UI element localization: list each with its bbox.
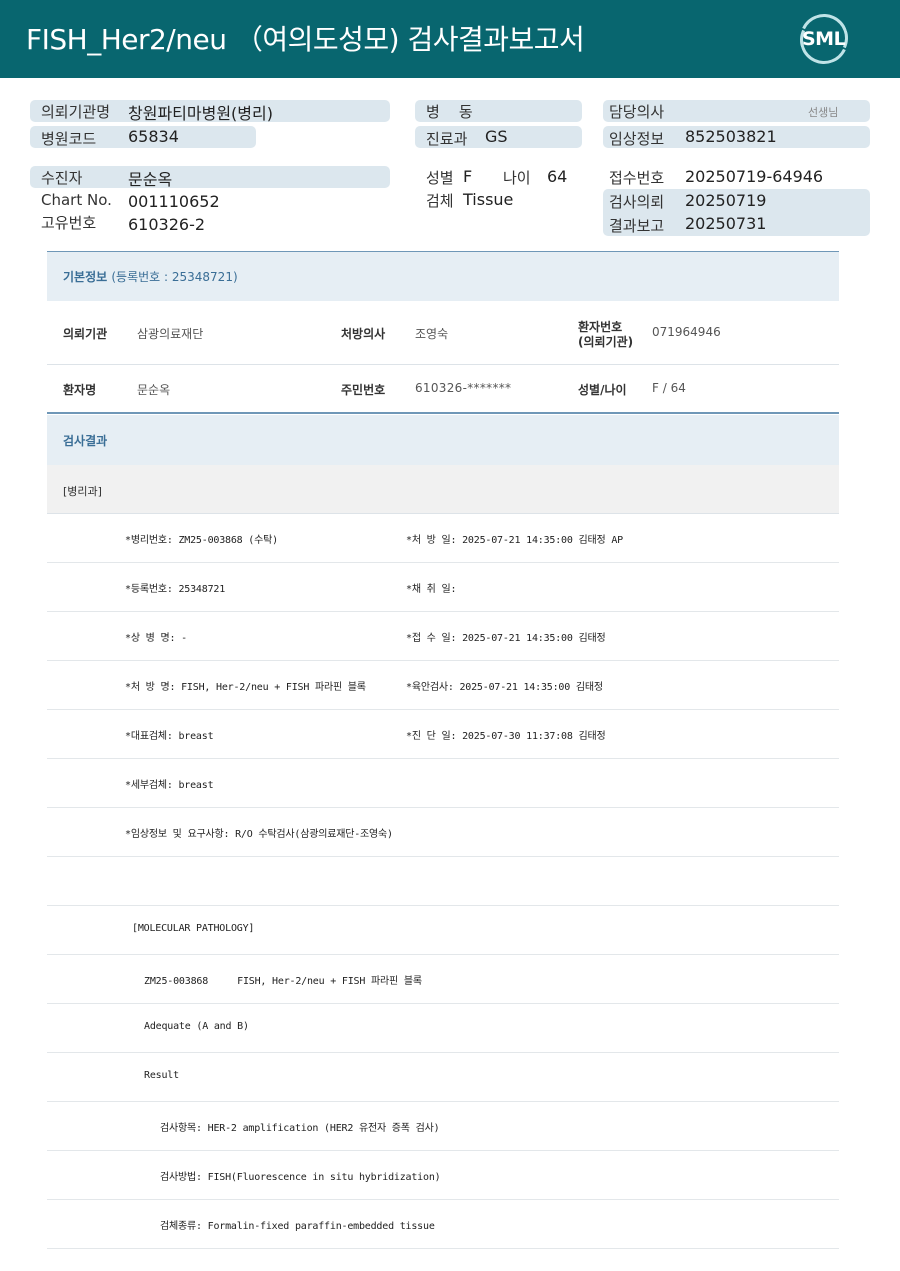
result-body-row: Adequate (A and B) (47, 1004, 839, 1053)
result-body-row (47, 857, 839, 906)
result-field-row: *등록번호: 25348721 *채 취 일: (47, 563, 839, 612)
result-field-row: *상 병 명: - *접 수 일: 2025-07-21 14:35:00 김태정 (47, 612, 839, 661)
result-field-right: *채 취 일: (406, 584, 457, 595)
info-label: 처방의사 (341, 327, 386, 341)
logo-text: SML (802, 28, 846, 50)
result-body-row: 검사항목: HER-2 amplification (HER2 유전자 증폭 검… (47, 1102, 839, 1151)
info-value: 610326-******* (415, 381, 512, 395)
basic-info-title: 기본정보 (63, 270, 108, 284)
result-body-text: Adequate (A and B) (144, 1021, 249, 1032)
result-body-text: ZM25-003868 FISH, Her-2/neu + FISH 파라핀 블… (144, 976, 422, 987)
doctor-suffix: 선생님 (808, 106, 839, 119)
specimen-value: Tissue (463, 190, 514, 209)
result-field-left: *대표검체: breast (125, 731, 214, 742)
age-value: 64 (547, 167, 568, 186)
result-field-left: *등록번호: 25348721 (125, 584, 226, 595)
patient-pill (30, 166, 390, 188)
test-request-label: 검사의뢰 (609, 193, 665, 211)
clinical-value: 852503821 (685, 127, 777, 146)
specimen-label: 검체 (426, 192, 454, 210)
sex-label: 성별 (426, 169, 454, 187)
result-field-row: *처 방 명: FISH, Her-2/neu + FISH 파라핀 블록 *육안… (47, 661, 839, 710)
sex-value: F (463, 167, 473, 186)
basic-info-reg-no: (등록번호 : 25348721) (111, 270, 238, 284)
patient-name-label: 수진자 (41, 169, 83, 187)
info-label-line2: (의뢰기관) (578, 335, 634, 349)
institution-label: 의뢰기관명 (41, 103, 111, 121)
info-label: 환자명 (63, 383, 97, 397)
result-body-text: 검체종류: Formalin-fixed paraffin-embedded t… (160, 1221, 435, 1232)
results-heading-bar: 검사결과 (47, 415, 839, 465)
ward-label: 병 동 (426, 103, 473, 121)
basic-info-row: 의뢰기관 삼광의료재단 처방의사 조영숙 환자번호 (의뢰기관) 0719649… (47, 301, 839, 365)
result-field-right: *처 방 일: 2025-07-21 14:35:00 김태정 AP (406, 535, 623, 546)
report-title: FISH_Her2/neu （여의도성모) 검사결과보고서 (26, 23, 585, 56)
result-body-row: 검체종류: Formalin-fixed paraffin-embedded t… (47, 1200, 839, 1249)
report-header-bar: FISH_Her2/neu （여의도성모) 검사결과보고서 SML (0, 0, 900, 78)
age-label: 나이 (503, 169, 531, 187)
result-field-right: *육안검사: 2025-07-21 14:35:00 김태정 (406, 682, 603, 693)
result-body-row: 검사방법: FISH(Fluorescence in situ hybridiz… (47, 1151, 839, 1200)
receipt-no-value: 20250719-64946 (685, 167, 824, 186)
basic-info-row: 환자명 문순옥 주민번호 610326-******* 성별/나이 F / 64 (47, 365, 839, 414)
chart-no-value: 001110652 (128, 192, 220, 211)
result-body-text: [MOLECULAR PATHOLOGY] (132, 923, 255, 934)
sml-logo: SML (793, 7, 856, 71)
hospital-code-label: 병원코드 (41, 130, 97, 148)
receipt-no-label: 접수번호 (609, 169, 665, 187)
result-field-left: *세부검체: breast (125, 780, 214, 791)
patient-name-value: 문순옥 (128, 170, 173, 189)
result-field-row: *세부검체: breast (47, 759, 839, 808)
info-value: 문순옥 (137, 383, 171, 397)
result-field-row: *임상정보 및 요구사항: R/O 수탁검사(삼광의료재단-조영숙) (47, 808, 839, 857)
chart-no-label: Chart No. (41, 191, 112, 209)
test-request-value: 20250719 (685, 191, 767, 210)
info-value: 조영숙 (415, 327, 449, 341)
info-value: 삼광의료재단 (137, 327, 204, 341)
doctor-label: 담당의사 (609, 103, 665, 121)
result-field-right: *접 수 일: 2025-07-21 14:35:00 김태정 (406, 633, 606, 644)
result-field-right: *진 단 일: 2025-07-30 11:37:08 김태정 (406, 731, 606, 742)
department-band: [병리과] (47, 465, 839, 514)
department-label: [병리과] (63, 485, 102, 498)
result-body-text: Result (144, 1070, 179, 1081)
unique-id-label: 고유번호 (41, 214, 97, 232)
result-body-row: Result (47, 1053, 839, 1102)
dept-label: 진료과 (426, 130, 468, 148)
report-date-value: 20250731 (685, 214, 767, 233)
result-body-text: 검사방법: FISH(Fluorescence in situ hybridiz… (160, 1172, 441, 1183)
result-field-left: *병리번호: ZM25-003868 (수탁) (125, 535, 278, 546)
result-body-row: [MOLECULAR PATHOLOGY] (47, 906, 839, 955)
info-label: 의뢰기관 (63, 327, 108, 341)
basic-info-heading: 기본정보 (등록번호 : 25348721) (63, 268, 238, 285)
result-field-row: *병리번호: ZM25-003868 (수탁) *처 방 일: 2025-07-2… (47, 514, 839, 563)
info-value: F / 64 (652, 381, 686, 395)
info-label: 성별/나이 (578, 383, 627, 397)
unique-id-value: 610326-2 (128, 215, 206, 234)
institution-value: 창원파티마병원(병리) (128, 104, 273, 123)
report-date-label: 결과보고 (609, 217, 665, 235)
result-body-text: 검사항목: HER-2 amplification (HER2 유전자 증폭 검… (160, 1123, 440, 1134)
result-field-row: *대표검체: breast *진 단 일: 2025-07-30 11:37:08… (47, 710, 839, 759)
hospital-code-value: 65834 (128, 127, 179, 146)
results-heading: 검사결과 (63, 434, 108, 448)
clinical-label: 임상정보 (609, 130, 665, 148)
result-field-left: *임상정보 및 요구사항: R/O 수탁검사(삼광의료재단-조영숙) (125, 829, 393, 840)
dept-value: GS (485, 127, 508, 146)
result-body-row: ZM25-003868 FISH, Her-2/neu + FISH 파라핀 블… (47, 955, 839, 1004)
basic-info-heading-bar: 기본정보 (등록번호 : 25348721) (47, 251, 839, 301)
info-value: 071964946 (652, 325, 721, 339)
result-field-left: *처 방 명: FISH, Her-2/neu + FISH 파라핀 블록 (125, 682, 366, 693)
result-field-left: *상 병 명: - (125, 633, 187, 644)
info-label: 주민번호 (341, 383, 386, 397)
